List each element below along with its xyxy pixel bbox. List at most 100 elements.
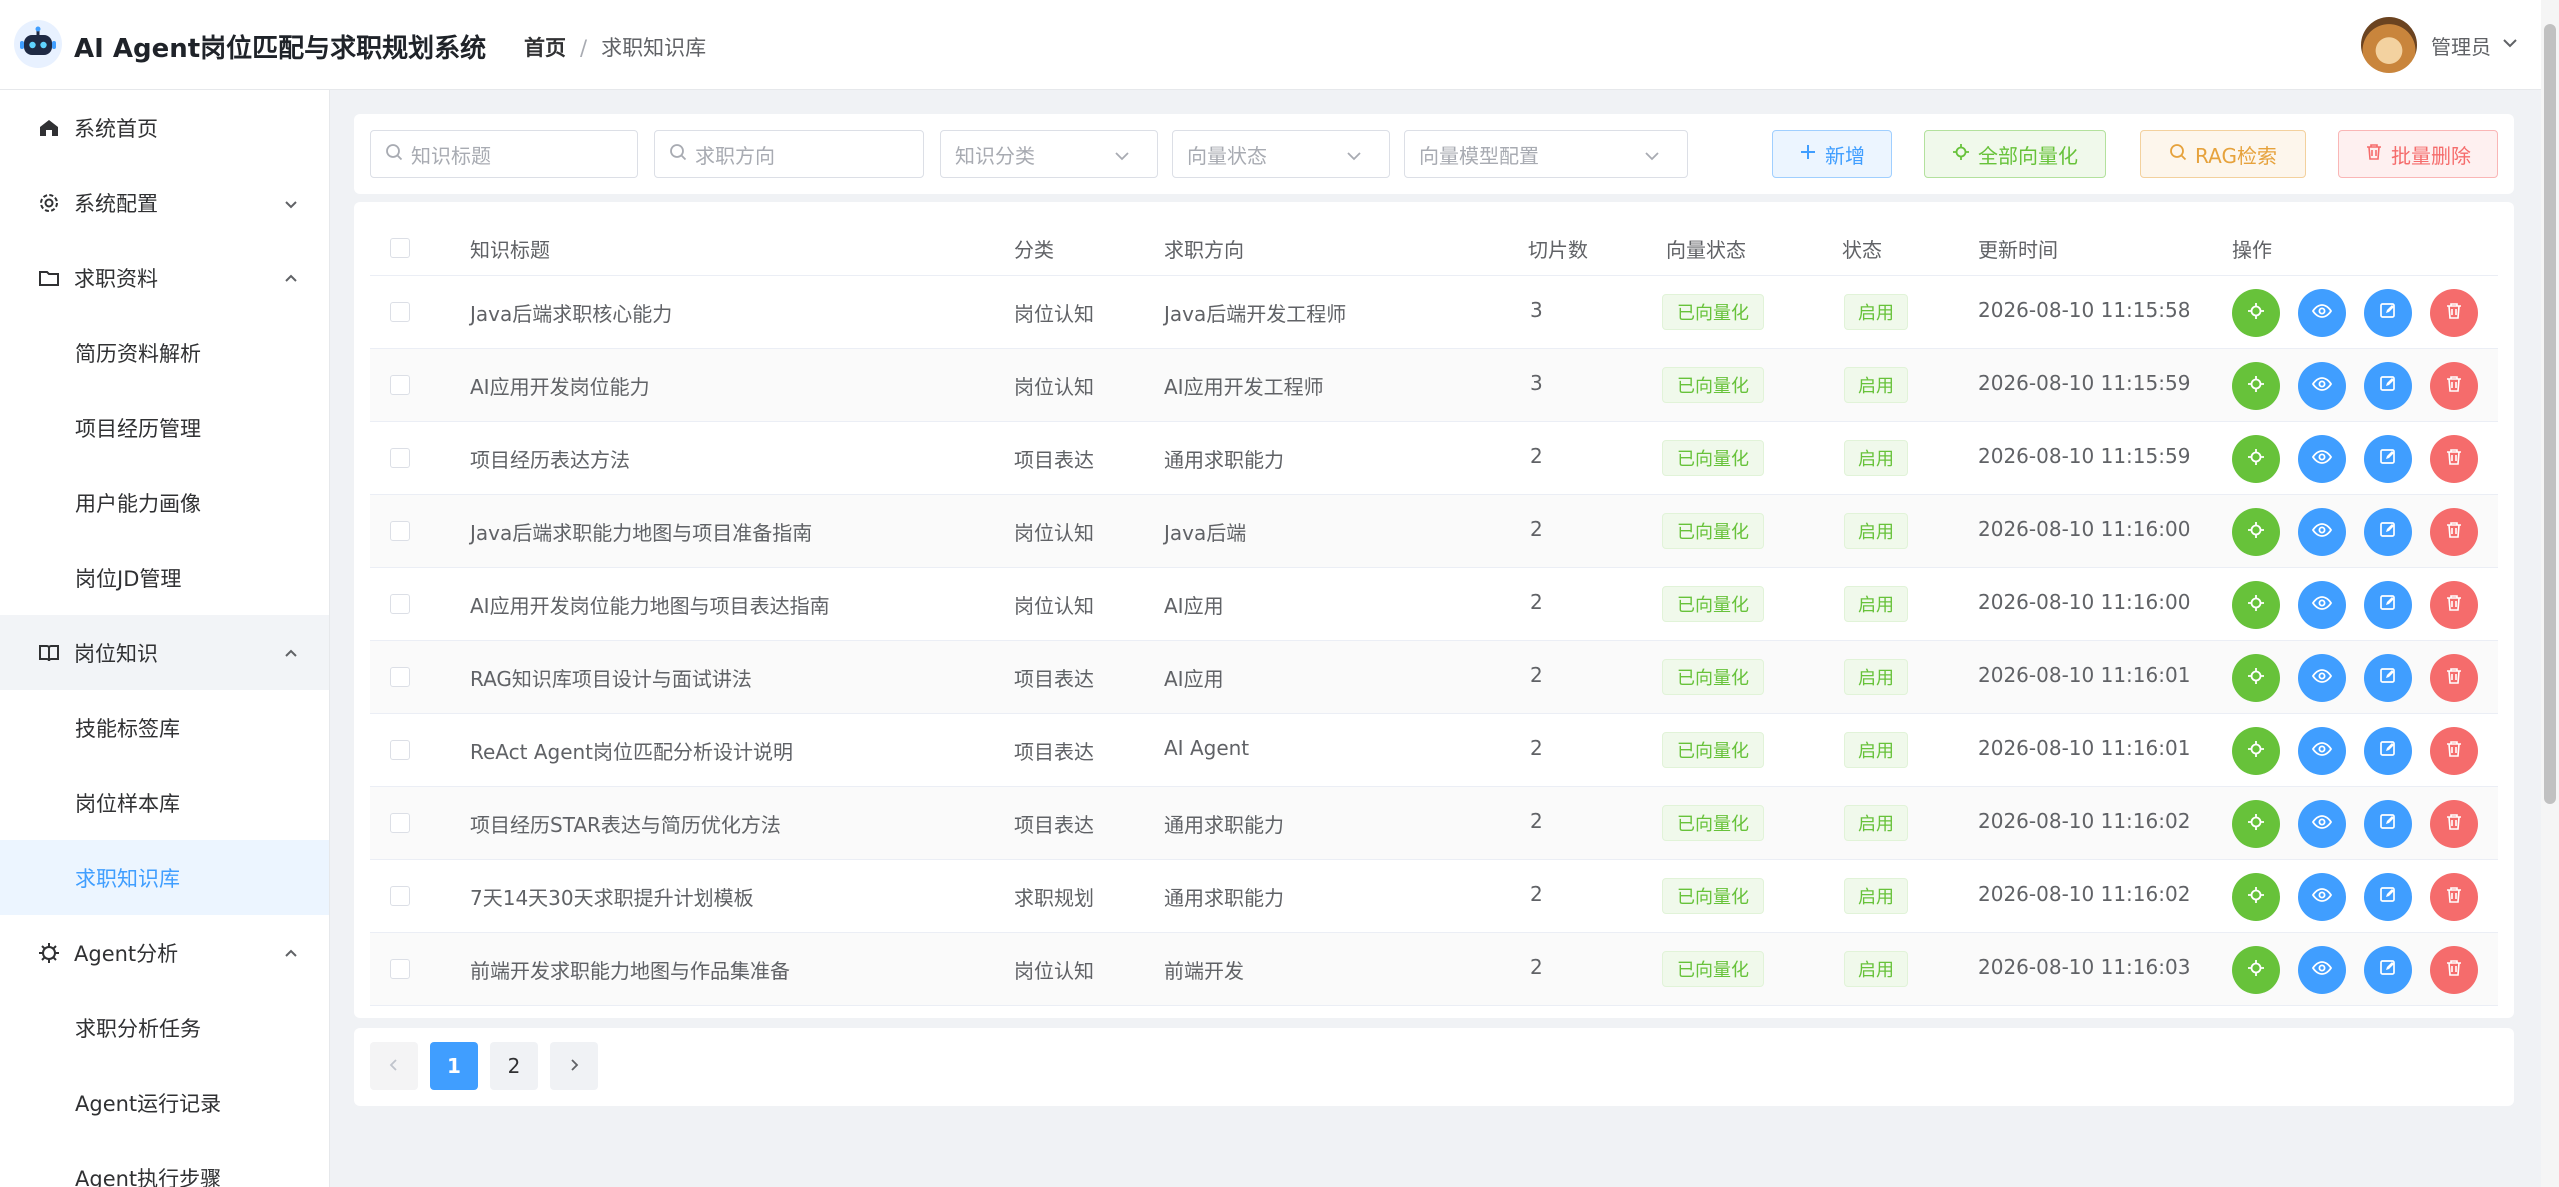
delete-row-button[interactable] <box>2430 946 2478 994</box>
edit-row-button[interactable] <box>2364 946 2412 994</box>
direction-search-input[interactable]: 求职方向 <box>654 130 924 178</box>
vector-model-select[interactable]: 向量模型配置 <box>1404 130 1688 178</box>
view-row-button[interactable] <box>2298 873 2346 921</box>
user-menu[interactable]: 管理员 <box>2361 17 2519 73</box>
vectorize-row-button[interactable] <box>2232 654 2280 702</box>
edit-row-button[interactable] <box>2364 289 2412 337</box>
vectorize-row-button[interactable] <box>2232 727 2280 775</box>
edit-row-button[interactable] <box>2364 654 2412 702</box>
sidebar-item-agent-analysis[interactable]: Agent分析 <box>0 915 329 990</box>
delete-row-button[interactable] <box>2430 727 2478 775</box>
category-select[interactable]: 知识分类 <box>940 130 1158 178</box>
view-row-button[interactable] <box>2298 800 2346 848</box>
row-checkbox[interactable] <box>390 521 410 541</box>
view-row-button[interactable] <box>2298 508 2346 556</box>
sidebar-item-resume-parse[interactable]: 简历资料解析 <box>0 315 329 390</box>
cell-updated-time: 2026-08-10 11:16:02 <box>1978 809 2191 833</box>
view-row-button[interactable] <box>2298 727 2346 775</box>
table-row: Java后端求职能力地图与项目准备指南 岗位认知 Java后端 2 已向量化 启用 2026… <box>370 495 2498 568</box>
sidebar-item-agent-steps[interactable]: Agent执行步骤 <box>0 1140 329 1187</box>
sidebar-item-agent-runs[interactable]: Agent运行记录 <box>0 1065 329 1140</box>
batch-delete-button[interactable]: 批量删除 <box>2338 130 2498 178</box>
next-page-button[interactable] <box>550 1042 598 1090</box>
cell-category: 项目表达 <box>1014 813 1094 837</box>
title-search-input[interactable]: 知识标题 <box>370 130 638 178</box>
breadcrumb-current: 求职知识库 <box>601 36 707 60</box>
sidebar-item-project-experience[interactable]: 项目经历管理 <box>0 390 329 465</box>
eye-icon <box>2311 373 2333 400</box>
sidebar-item-system-config[interactable]: 系统配置 <box>0 165 329 240</box>
page-2-button[interactable]: 2 <box>490 1042 538 1090</box>
sidebar-item-job-materials[interactable]: 求职资料 <box>0 240 329 315</box>
sidebar-item-job-knowledge[interactable]: 岗位知识 <box>0 615 329 690</box>
sidebar-item-job-samples[interactable]: 岗位样本库 <box>0 765 329 840</box>
vector-status-select[interactable]: 向量状态 <box>1172 130 1390 178</box>
sidebar-item-analysis-tasks[interactable]: 求职分析任务 <box>0 990 329 1065</box>
view-row-button[interactable] <box>2298 362 2346 410</box>
view-row-button[interactable] <box>2298 946 2346 994</box>
view-row-button[interactable] <box>2298 289 2346 337</box>
delete-row-button[interactable] <box>2430 581 2478 629</box>
table-row: Java后端求职核心能力 岗位认知 Java后端开发工程师 3 已向量化 启用 2026-0… <box>370 276 2498 349</box>
edit-row-button[interactable] <box>2364 508 2412 556</box>
edit-row-button[interactable] <box>2364 435 2412 483</box>
sidebar-item-label: Agent运行记录 <box>75 1091 222 1116</box>
scrollbar-thumb[interactable] <box>2544 24 2556 804</box>
delete-row-button[interactable] <box>2430 362 2478 410</box>
edit-row-button[interactable] <box>2364 362 2412 410</box>
page-1-button[interactable]: 1 <box>430 1042 478 1090</box>
cell-title: 前端开发求职能力地图与作品集准备 <box>470 959 790 983</box>
column-header: 分类 <box>1014 238 1054 262</box>
breadcrumb-home[interactable]: 首页 <box>524 36 566 60</box>
sidebar-item-label: 简历资料解析 <box>75 341 201 366</box>
vectorize-all-button[interactable]: 全部向量化 <box>1924 130 2106 178</box>
sidebar-item-job-knowledge-base[interactable]: 求职知识库 <box>0 840 329 915</box>
edit-row-button[interactable] <box>2364 873 2412 921</box>
vectorize-row-button[interactable] <box>2232 581 2280 629</box>
vectorize-row-button[interactable] <box>2232 946 2280 994</box>
vectorize-row-button[interactable] <box>2232 873 2280 921</box>
delete-row-button[interactable] <box>2430 508 2478 556</box>
row-checkbox[interactable] <box>390 959 410 979</box>
delete-row-button[interactable] <box>2430 873 2478 921</box>
row-checkbox[interactable] <box>390 594 410 614</box>
vectorize-row-button[interactable] <box>2232 508 2280 556</box>
sidebar: 系统首页 系统配置 求职资料 简历资料解析 项目经历管理 用户能力画像 岗位JD… <box>0 90 330 1187</box>
row-checkbox[interactable] <box>390 813 410 833</box>
sidebar-item-skill-tags[interactable]: 技能标签库 <box>0 690 329 765</box>
view-row-button[interactable] <box>2298 654 2346 702</box>
vectorize-row-button[interactable] <box>2232 435 2280 483</box>
delete-row-button[interactable] <box>2430 654 2478 702</box>
row-checkbox[interactable] <box>390 302 410 322</box>
view-row-button[interactable] <box>2298 435 2346 483</box>
row-checkbox[interactable] <box>390 740 410 760</box>
sidebar-item-ability-profile[interactable]: 用户能力画像 <box>0 465 329 540</box>
page-scrollbar[interactable] <box>2541 0 2559 1187</box>
sidebar-item-home[interactable]: 系统首页 <box>0 90 329 165</box>
add-button[interactable]: 新增 <box>1772 130 1892 178</box>
chevron-down-icon <box>1113 146 1139 170</box>
rag-search-button[interactable]: RAG检索 <box>2140 130 2306 178</box>
edit-row-button[interactable] <box>2364 581 2412 629</box>
select-all-checkbox[interactable] <box>390 238 410 258</box>
row-checkbox[interactable] <box>390 448 410 468</box>
delete-row-button[interactable] <box>2430 800 2478 848</box>
cell-direction: 通用求职能力 <box>1164 886 1284 910</box>
vectorize-row-button[interactable] <box>2232 362 2280 410</box>
prev-page-button[interactable] <box>370 1042 418 1090</box>
edit-row-button[interactable] <box>2364 800 2412 848</box>
vectorize-row-button[interactable] <box>2232 800 2280 848</box>
folder-icon <box>36 265 62 291</box>
sidebar-item-label: Agent分析 <box>74 941 179 966</box>
delete-row-button[interactable] <box>2430 435 2478 483</box>
view-row-button[interactable] <box>2298 581 2346 629</box>
row-checkbox[interactable] <box>390 886 410 906</box>
row-checkbox[interactable] <box>390 667 410 687</box>
vector-status-badge: 已向量化 <box>1662 878 1764 914</box>
vectorize-row-button[interactable] <box>2232 289 2280 337</box>
delete-row-button[interactable] <box>2430 289 2478 337</box>
row-checkbox[interactable] <box>390 375 410 395</box>
edit-row-button[interactable] <box>2364 727 2412 775</box>
sidebar-item-jd-management[interactable]: 岗位JD管理 <box>0 540 329 615</box>
column-header: 求职方向 <box>1164 238 1244 262</box>
